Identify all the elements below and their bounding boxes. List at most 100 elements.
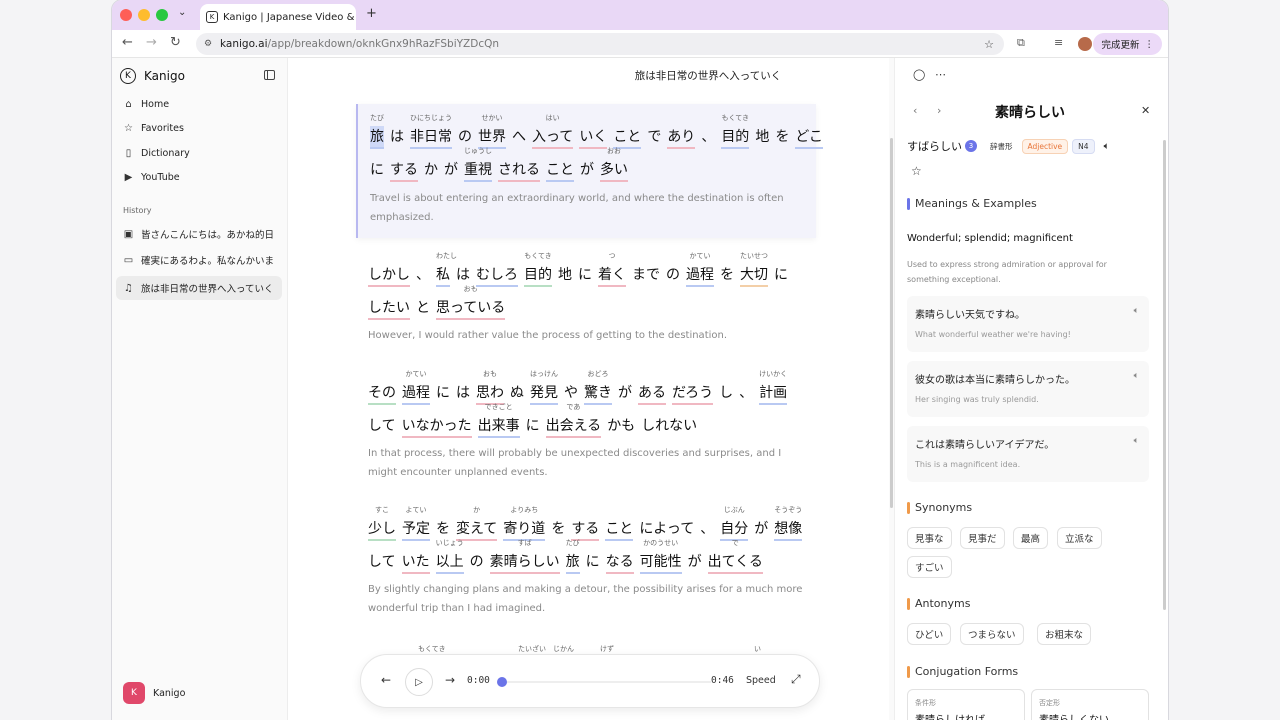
word-token[interactable]: もくてき 目的 — [524, 252, 552, 287]
extensions-icon[interactable]: ⧉ — [1017, 36, 1025, 50]
sentence-card[interactable]: しかし、わたし私はむしろ もくてき 目的地につ着く までのかてい 過程をたいせつ 大切に … — [356, 248, 816, 348]
progress-thumb[interactable] — [497, 677, 507, 687]
word-token[interactable]: そうぞう 想像 — [774, 506, 803, 541]
synonym-chip[interactable]: すごい — [907, 556, 952, 578]
sidebar-item-home[interactable]: ⌂ Home — [116, 92, 282, 116]
word-token[interactable]: しかし — [368, 264, 410, 287]
site-info-icon[interactable]: ⚙ — [204, 39, 212, 49]
word-token[interactable]: いじょう 以上 — [435, 539, 464, 574]
word-token[interactable]: したい — [368, 297, 410, 320]
word-token[interactable]: おも 思っている — [436, 285, 506, 320]
word-token[interactable]: が — [580, 159, 594, 180]
word-token[interactable]: される — [498, 159, 540, 182]
word-token[interactable]: いなかった — [401, 415, 472, 438]
more-menu-icon[interactable]: ⋮ — [1145, 39, 1155, 50]
word-token[interactable]: に — [370, 159, 384, 180]
word-token[interactable]: が — [754, 518, 768, 539]
toggle-sidebar-icon[interactable] — [264, 70, 275, 80]
scrollbar-thumb[interactable] — [890, 138, 893, 508]
word-token[interactable]: ぬ — [510, 382, 524, 403]
word-token[interactable]: ある — [638, 382, 666, 405]
chat-icon[interactable]: ◯ — [913, 68, 925, 81]
url-field[interactable]: ⚙ kanigo.ai/app/breakdown/oknkGnx9hRazFS… — [196, 33, 1004, 55]
word-token[interactable]: へ — [512, 126, 526, 147]
word-token[interactable]: は — [456, 382, 470, 403]
word-token[interactable]: が — [688, 551, 702, 572]
word-token[interactable]: よてい 予定 — [402, 506, 430, 541]
word-token[interactable]: つ着く — [598, 252, 626, 287]
back-icon[interactable]: ← — [122, 35, 133, 50]
word-token[interactable]: かてい 過程 — [686, 252, 714, 287]
word-token[interactable]: して — [368, 415, 396, 436]
sentence-card[interactable]: すこ 少し よてい 予定をか変えて よりみち 寄り道をする こと によって、じぶん 自分がそうぞ… — [356, 504, 816, 624]
progress-track[interactable] — [501, 681, 711, 683]
word-token[interactable]: を — [720, 264, 734, 285]
forward-icon[interactable]: → — [146, 35, 157, 50]
word-token[interactable]: に — [526, 415, 540, 436]
reload-icon[interactable]: ↻ — [170, 35, 181, 50]
sidebar-item-favorites[interactable]: ☆ Favorites — [116, 116, 282, 140]
more-options-icon[interactable]: ⋯ — [935, 68, 946, 81]
word-token[interactable]: の — [666, 264, 680, 285]
word-token[interactable]: の — [470, 551, 484, 572]
sidebar-item-youtube[interactable]: ▶ YouTube — [116, 165, 282, 189]
play-button[interactable]: ▷ — [405, 668, 433, 696]
example-card[interactable]: 素晴らしい天気ですね。 What wonderful weather we're… — [907, 296, 1149, 352]
close-window-button[interactable] — [120, 9, 132, 21]
word-token[interactable]: は — [456, 264, 470, 285]
sidebar-item-dictionary[interactable]: ▯ Dictionary — [116, 141, 282, 165]
word-token[interactable]: や — [564, 382, 578, 403]
word-token[interactable]: はい 入って — [532, 114, 574, 149]
word-token[interactable]: 、 — [739, 382, 753, 403]
word-token[interactable]: して — [368, 551, 396, 572]
word-token[interactable]: 、 — [701, 126, 715, 147]
word-token[interactable]: で — [647, 126, 661, 147]
antonym-chip[interactable]: つまらない — [960, 623, 1024, 645]
profile-avatar[interactable] — [1078, 37, 1092, 51]
conjugation-card[interactable]: 否定形 素晴らしくない — [1031, 689, 1149, 720]
example-card[interactable]: 彼女の歌は本当に素晴らしかった。 Her singing was truly s… — [907, 361, 1149, 417]
user-menu[interactable]: K Kanigo ⇕ — [123, 682, 295, 704]
update-button[interactable]: 完成更新 ⋮ — [1093, 33, 1162, 55]
word-token[interactable]: 、 — [700, 518, 714, 539]
word-token[interactable]: たび旅 — [565, 539, 580, 574]
word-token[interactable]: に — [436, 382, 450, 403]
word-token[interactable]: 地 — [558, 264, 572, 285]
word-token[interactable]: こと — [546, 159, 574, 182]
word-token[interactable]: たび旅 — [370, 114, 384, 149]
word-token[interactable]: こと — [605, 518, 634, 541]
conjugation-card[interactable]: 条件形 素晴らしければ — [907, 689, 1025, 720]
history-item[interactable]: ▭ 確実にあるわよ。私なんかいま — [116, 248, 282, 272]
word-token[interactable]: ひにちじょう 非日常 — [410, 114, 452, 149]
word-token[interactable]: が — [618, 382, 632, 403]
sentence-card[interactable]: その かてい 過程にはおも 思わぬはっけん 発見やおどろ 驚きがある だろうし、けいかく 計画… — [356, 368, 816, 488]
word-token[interactable]: が — [444, 159, 458, 180]
antonym-chip[interactable]: お粗末な — [1037, 623, 1092, 645]
word-token[interactable]: かも — [607, 415, 635, 436]
word-token[interactable]: たいせつ 大切 — [740, 252, 768, 287]
word-token[interactable]: に — [586, 551, 600, 572]
word-token[interactable]: なる — [605, 551, 634, 574]
media-control-icon[interactable]: ≡ — [1054, 36, 1063, 49]
new-tab-icon[interactable]: + — [366, 6, 377, 21]
word-token[interactable]: その — [368, 382, 396, 405]
word-token[interactable]: まで — [632, 264, 660, 285]
maximize-window-button[interactable] — [156, 9, 168, 21]
brand[interactable]: K Kanigo — [120, 68, 185, 84]
word-token[interactable]: どこ — [795, 126, 823, 149]
word-token[interactable]: と — [416, 297, 430, 318]
browser-tab[interactable]: K Kanigo | Japanese Video & Sc ✕ — [200, 4, 356, 30]
word-token[interactable]: であ 出会える — [545, 403, 602, 438]
word-token[interactable]: によって — [639, 518, 694, 539]
example-card[interactable]: これは素晴らしいアイデアだ。 This is a magnificent ide… — [907, 426, 1149, 482]
favorite-star-icon[interactable]: ☆ — [911, 164, 922, 178]
word-token[interactable]: は — [390, 126, 404, 147]
word-token[interactable]: を — [551, 518, 565, 539]
previous-sentence-icon[interactable]: ← — [381, 673, 391, 687]
example-speaker-icon[interactable]: 🔈︎ — [1134, 436, 1139, 446]
speaker-icon[interactable]: 🔈︎ — [1104, 141, 1110, 152]
word-token[interactable]: かのうせい 可能性 — [639, 539, 682, 574]
word-token[interactable]: で出てくる — [707, 539, 763, 574]
word-token[interactable]: に — [774, 264, 788, 285]
word-token[interactable]: おお 多い — [600, 147, 628, 182]
